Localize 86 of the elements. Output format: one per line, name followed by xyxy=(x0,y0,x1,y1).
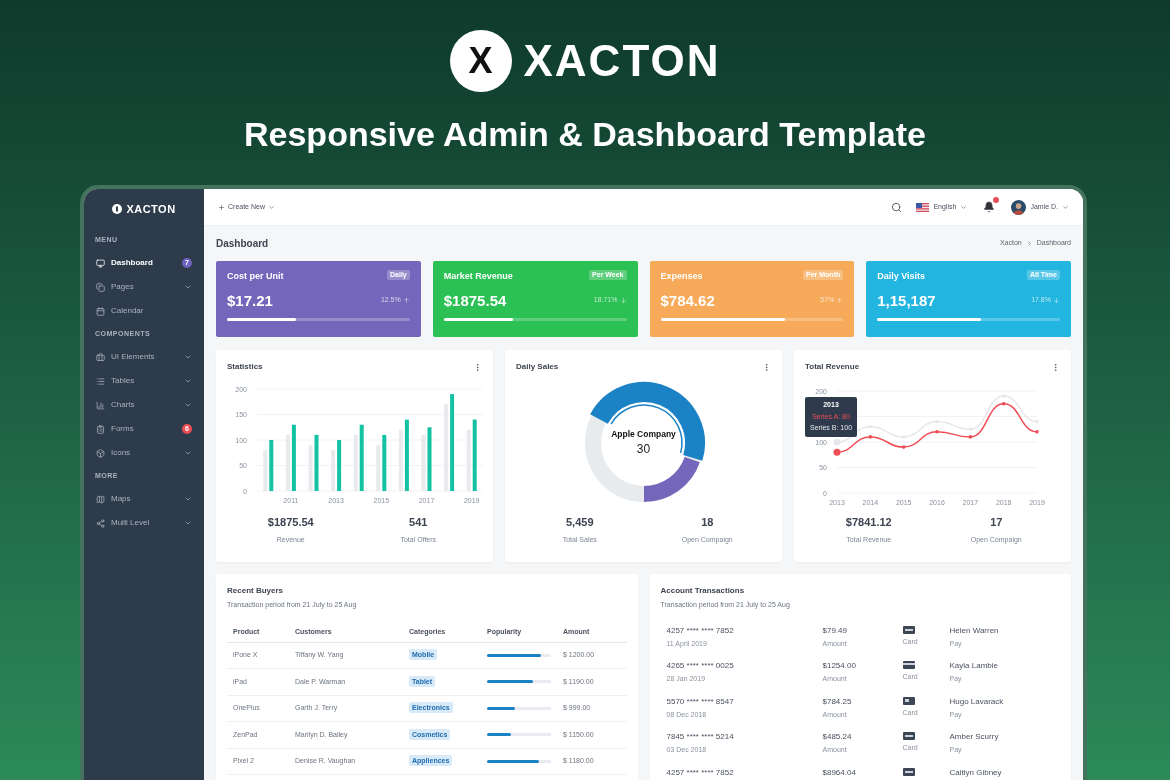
credit-card-icon xyxy=(902,696,915,705)
card-title: Statistics xyxy=(227,361,263,373)
payer-name: Hugo Lavarack xyxy=(949,695,1005,708)
calendar-icon xyxy=(96,306,105,316)
payer-name: Helen Warren xyxy=(949,624,1000,637)
chevron-down-icon xyxy=(960,203,968,211)
credit-card-icon xyxy=(902,625,915,634)
data-point xyxy=(1035,430,1039,434)
avatar xyxy=(1011,199,1027,215)
payer-name: Amber Scurry xyxy=(949,731,1000,743)
data-point xyxy=(935,430,939,434)
credit-card-icon xyxy=(902,732,915,740)
data-point xyxy=(968,435,973,439)
credit-card-icon xyxy=(902,767,915,776)
monitor-icon xyxy=(96,258,105,268)
card-number: 5570 **** **** 8547 xyxy=(666,695,735,708)
credit-card-icon xyxy=(902,661,915,669)
bell-icon[interactable] xyxy=(983,201,996,213)
data-point xyxy=(868,435,873,439)
more-options-icon[interactable] xyxy=(1051,362,1060,372)
card-number: 4257 **** **** 7852 xyxy=(666,624,735,637)
data-point xyxy=(968,427,973,432)
card-number: 7845 **** **** 5214 xyxy=(666,731,735,743)
box-icon xyxy=(96,448,105,458)
chevron-right-icon xyxy=(1025,240,1033,247)
transaction-amount: $79.49 xyxy=(822,624,848,637)
plus-icon xyxy=(218,203,225,211)
sidebar-item[interactable]: Charts xyxy=(84,393,204,417)
share-icon xyxy=(96,518,105,528)
summary-value: $7841.12 xyxy=(845,515,892,530)
more-options-icon[interactable] xyxy=(473,362,482,372)
briefcase-icon xyxy=(96,352,105,362)
summary-value: 17 xyxy=(990,515,1003,530)
summary-value: 541 xyxy=(409,515,428,530)
summary-value: 5,459 xyxy=(566,515,594,530)
card-title: Market Revenue xyxy=(443,270,513,283)
sidebar-item[interactable]: UI Elements xyxy=(84,345,204,369)
payer-name: Caitlyn Gibney xyxy=(949,766,1003,779)
card-title: Total Revenue xyxy=(805,361,860,373)
chevron-down-icon xyxy=(1062,203,1069,211)
card-number: 4257 **** **** 7852 xyxy=(666,766,735,779)
transaction-amount: $784.25 xyxy=(822,695,853,708)
sidebar-item[interactable]: Icons xyxy=(84,441,204,465)
sidebar-item[interactable]: Pages xyxy=(84,275,204,299)
card-title: Account Transactions xyxy=(660,585,746,597)
brand-mark: X xyxy=(449,30,512,92)
donut-center-label: Apple Company xyxy=(611,427,676,441)
card-title: Daily Visits xyxy=(877,270,926,283)
sidebar-logo: XACTON xyxy=(126,201,176,217)
data-point xyxy=(868,424,873,429)
flag-icon xyxy=(916,202,930,212)
page-title: Dashboard xyxy=(216,237,269,251)
brand-name: XACTON xyxy=(523,35,721,87)
card-title: Expenses xyxy=(660,270,703,283)
data-point xyxy=(901,445,906,449)
clipboard-icon xyxy=(96,424,105,434)
bar-chart-icon xyxy=(96,400,105,410)
card-number: 4265 **** **** 0025 xyxy=(666,660,735,672)
more-options-icon[interactable] xyxy=(762,362,771,372)
data-point xyxy=(833,448,841,456)
search-icon[interactable] xyxy=(891,201,903,213)
sidebar-item[interactable]: Maps xyxy=(84,487,204,511)
card-title: Daily Sales xyxy=(516,361,559,373)
sidebar-item[interactable]: Tables xyxy=(84,369,204,393)
donut-center-value: 30 xyxy=(636,441,651,459)
card-value: 1,15,187 xyxy=(877,291,936,310)
sidebar-item[interactable]: Multi Level xyxy=(84,511,204,535)
card-title: Cost per Unit xyxy=(227,270,284,283)
pages-icon xyxy=(96,282,105,292)
card-value: $17.21 xyxy=(227,291,273,310)
list-icon xyxy=(96,376,105,386)
card-title: Recent Buyers xyxy=(227,585,285,597)
payer-name: Kayla Lambie xyxy=(949,660,999,672)
logo-icon xyxy=(112,204,123,214)
headline: Responsive Admin & Dashboard Template xyxy=(243,114,927,154)
map-icon xyxy=(96,494,105,504)
card-value: $784.62 xyxy=(660,291,715,310)
transaction-amount: $485.24 xyxy=(822,731,853,743)
sidebar-item[interactable]: Calendar xyxy=(84,299,204,323)
chevron-down-icon xyxy=(267,203,275,211)
summary-value: 18 xyxy=(701,515,714,530)
transaction-amount: $1254.00 xyxy=(822,660,857,672)
data-point xyxy=(1001,401,1006,406)
summary-value: $1875.54 xyxy=(267,515,314,530)
card-value: $1875.54 xyxy=(443,291,507,310)
transaction-amount: $8964.04 xyxy=(822,766,857,779)
